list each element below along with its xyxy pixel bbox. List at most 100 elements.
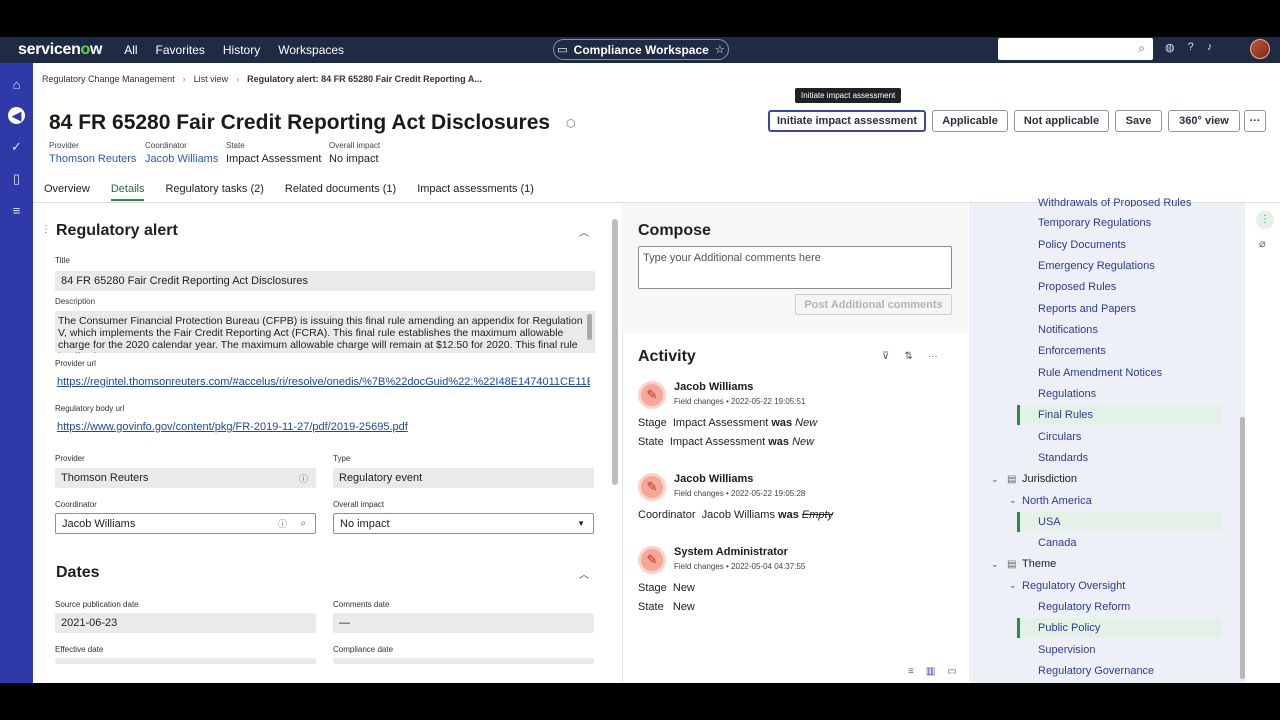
sort-icon[interactable]: ⇅ (904, 351, 912, 362)
tree-theme[interactable]: Theme (1022, 558, 1056, 570)
tree-jurisdiction[interactable]: Jurisdiction (1022, 473, 1077, 485)
list-layout-icon[interactable]: ≡ (908, 666, 914, 677)
tab-overview[interactable]: Overview (44, 183, 90, 201)
tree-regulatory-reform[interactable]: Regulatory Reform (1038, 601, 1130, 613)
tree-item[interactable]: Enforcements (1038, 345, 1106, 357)
tree-item[interactable]: Withdrawals of Proposed Rules (1038, 197, 1191, 207)
info-icon[interactable]: ⓘ (299, 472, 308, 485)
tab-regulatory-tasks[interactable]: Regulatory tasks (2) (165, 183, 263, 201)
applicable-button[interactable]: Applicable (932, 110, 1008, 132)
overall-impact-select[interactable]: No impact ▼ (333, 513, 594, 534)
breadcrumb-list-view[interactable]: List view (194, 74, 229, 84)
description-scrollbar[interactable] (587, 314, 592, 340)
record-tabs: Overview Details Regulatory tasks (2) Re… (44, 183, 555, 201)
taxonomy-icon[interactable]: ⋮ (1256, 211, 1274, 229)
tree-item[interactable]: Regulations (1038, 388, 1096, 400)
more-actions-button[interactable]: ··· (1244, 110, 1266, 132)
chevron-down-icon[interactable]: ⌄ (991, 559, 999, 570)
title-field[interactable]: 84 FR 65280 Fair Credit Reporting Act Di… (55, 271, 595, 291)
tab-impact-assessments[interactable]: Impact assessments (1) (417, 183, 534, 201)
description-field[interactable]: The Consumer Financial Protection Bureau… (55, 311, 595, 353)
tree-public-policy-selected[interactable]: Public Policy (1017, 618, 1222, 638)
full-layout-icon[interactable]: ▭ (947, 666, 956, 677)
bell-icon[interactable]: ♪ (1207, 41, 1213, 54)
provider-link[interactable]: Thomson Reuters (49, 153, 136, 165)
initiate-impact-assessment-button[interactable]: Initiate impact assessment (768, 110, 926, 132)
clipboard-icon[interactable]: ▯ (8, 170, 25, 187)
tree-item-selected[interactable]: Final Rules (1017, 405, 1222, 425)
tree-item[interactable]: Circulars (1038, 431, 1081, 443)
tree-item[interactable]: Policy Documents (1038, 239, 1126, 251)
globe-icon[interactable]: ◍ (1165, 41, 1175, 54)
provider-url-link[interactable]: https://regintel.thomsonreuters.com/#acc… (57, 376, 590, 388)
chevron-down-icon[interactable]: ⌄ (991, 474, 999, 485)
list-icon[interactable]: ≡ (8, 202, 25, 219)
split-layout-icon[interactable]: ▥ (926, 666, 935, 677)
comments-date-field[interactable]: — (333, 613, 594, 633)
tree-item[interactable]: Standards (1038, 452, 1088, 464)
tree-item[interactable]: Emergency Regulations (1038, 260, 1155, 272)
megaphone-icon[interactable]: ◀ (8, 107, 25, 124)
provider-field-label: Provider (55, 454, 85, 463)
tree-canada[interactable]: Canada (1038, 537, 1077, 549)
servicenow-logo[interactable]: servicenow (18, 41, 102, 59)
compose-heading: Compose (638, 222, 711, 239)
nav-all[interactable]: All (124, 43, 137, 57)
type-field[interactable]: Regulatory event (333, 468, 594, 488)
post-comment-button[interactable]: Post Additional comments (795, 294, 952, 315)
type-label: Type (333, 454, 351, 463)
body-url-link[interactable]: https://www.govinfo.gov/content/pkg/FR-2… (57, 421, 408, 433)
save-button[interactable]: Save (1115, 110, 1162, 132)
comment-textarea[interactable]: Type your Additional comments here (638, 246, 952, 289)
tree-scrollbar[interactable] (1240, 417, 1245, 679)
tag-icon[interactable]: ⬡ (566, 117, 576, 130)
nav-workspaces[interactable]: Workspaces (278, 43, 344, 57)
tree-regulatory-governance[interactable]: Regulatory Governance (1038, 665, 1154, 677)
search-icon[interactable]: ⌕ (300, 518, 306, 529)
collapse-icon[interactable]: ︿ (579, 566, 589, 581)
not-applicable-button[interactable]: Not applicable (1014, 110, 1109, 132)
tree-usa-selected[interactable]: USA (1017, 512, 1222, 532)
tree-regulatory-oversight[interactable]: Regulatory Oversight (1022, 580, 1125, 592)
info-icon[interactable]: ⓘ (278, 517, 287, 530)
search-icon[interactable]: ⌕ (1138, 41, 1145, 56)
workspace-pill[interactable]: ▭ Compliance Workspace ☆ (553, 39, 729, 60)
effective-date-field[interactable] (55, 658, 316, 664)
tab-details[interactable]: Details (110, 183, 145, 201)
tree-north-america[interactable]: North America (1022, 495, 1092, 507)
coordinator-link[interactable]: Jacob Williams (145, 153, 218, 165)
effective-date-label: Effective date (55, 645, 104, 654)
collapse-icon[interactable]: ︿ (579, 224, 589, 239)
provider-field[interactable]: Thomson Reuters ⓘ (55, 468, 316, 488)
compliance-date-field[interactable] (333, 658, 594, 664)
global-search-input[interactable]: ⌕ (998, 38, 1153, 60)
breadcrumb-rcm[interactable]: Regulatory Change Management (42, 74, 175, 84)
tree-item[interactable]: Proposed Rules (1038, 281, 1116, 293)
tab-related-documents[interactable]: Related documents (1) (285, 183, 396, 201)
paperclip-icon[interactable]: ⌀ (1259, 237, 1266, 250)
more-icon[interactable]: ··· (928, 351, 938, 362)
filter-icon[interactable]: ⊽ (882, 351, 889, 362)
description-text: The Consumer Financial Protection Bureau… (58, 315, 583, 353)
home-icon[interactable]: ⌂ (8, 76, 25, 93)
user-avatar[interactable] (1250, 39, 1270, 59)
source-pub-field[interactable]: 2021-06-23 (55, 613, 316, 633)
chevron-down-icon[interactable]: ⌄ (1009, 580, 1017, 591)
tree-item[interactable]: Rule Amendment Notices (1038, 367, 1162, 379)
tree-item[interactable]: Reports and Papers (1038, 303, 1136, 315)
nav-favorites[interactable]: Favorites (156, 43, 205, 57)
check-circle-icon[interactable]: ✓ (8, 138, 25, 155)
drag-handle-icon[interactable]: ⋮ (41, 224, 51, 235)
tree-item[interactable]: Notifications (1038, 324, 1098, 336)
star-icon[interactable]: ☆ (715, 43, 725, 56)
chevron-down-icon[interactable]: ⌄ (1009, 495, 1017, 506)
tree-item[interactable]: Temporary Regulations (1038, 217, 1151, 229)
nav-history[interactable]: History (223, 43, 260, 57)
document-icon: ▤ (1007, 474, 1017, 485)
coordinator-field[interactable]: Jacob Williams ⓘ ⌕ (55, 513, 316, 534)
360-view-button[interactable]: 360° view (1168, 110, 1240, 132)
dates-heading: Dates (56, 564, 100, 581)
tree-supervision[interactable]: Supervision (1038, 644, 1095, 656)
details-scrollbar[interactable] (612, 219, 618, 485)
help-icon[interactable]: ? (1188, 41, 1194, 54)
